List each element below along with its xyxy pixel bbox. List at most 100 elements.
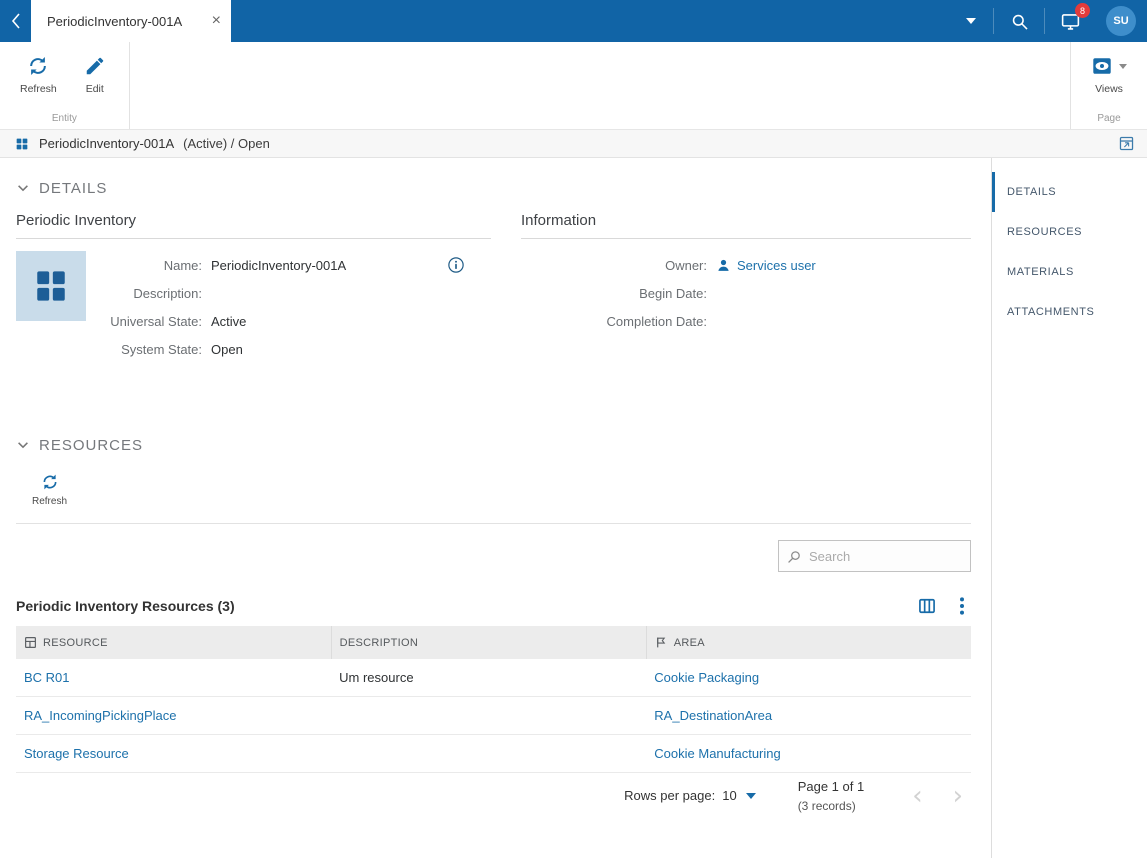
search-icon <box>1010 12 1029 31</box>
entity-blocks-icon <box>14 136 30 152</box>
panel-title: Periodic Inventory <box>16 212 491 239</box>
info-icon[interactable] <box>447 256 465 274</box>
breadcrumb-title: PeriodicInventory-001A <box>39 136 175 151</box>
breadcrumb: PeriodicInventory-001A (Active) / Open <box>0 129 1147 158</box>
sidebar-item-resources[interactable]: RESOURCES <box>992 212 1147 252</box>
field-begin-date: Begin Date: <box>639 285 707 301</box>
resources-table: RESOURCE DESCRIPTION AREA BC R01 Um reso… <box>16 626 971 773</box>
views-label: Views <box>1095 83 1123 95</box>
chevron-down-icon <box>745 792 756 799</box>
refresh-icon <box>27 55 49 77</box>
ribbon-toolbar: Refresh Edit Entity Views Page <box>0 42 1147 129</box>
breadcrumb-state: (Active) / Open <box>183 136 270 151</box>
notifications-button[interactable]: 8 <box>1045 0 1095 42</box>
area-column-icon <box>655 636 668 649</box>
back-button[interactable] <box>0 0 31 42</box>
avatar[interactable]: SU <box>1106 6 1136 36</box>
resource-cell: RA_IncomingPickingPlace <box>16 696 332 735</box>
tab-close-icon[interactable]: × <box>212 13 221 29</box>
area-cell: Cookie Manufacturing <box>646 734 971 773</box>
resources-search-box <box>778 540 971 572</box>
refresh-label: Refresh <box>20 83 57 95</box>
chevron-down-icon <box>16 181 30 195</box>
person-icon <box>716 258 731 273</box>
sidebar-item-details[interactable]: DETAILS <box>992 172 1147 212</box>
details-section-header[interactable]: DETAILS <box>16 176 107 200</box>
column-settings-icon[interactable] <box>917 596 937 616</box>
views-caret-icon <box>1119 63 1127 69</box>
field-name: Name: PeriodicInventory-001A <box>90 251 491 279</box>
tab-title: PeriodicInventory-001A <box>47 13 183 29</box>
column-header-resource[interactable]: RESOURCE <box>16 626 332 659</box>
edit-pencil-icon <box>84 55 106 77</box>
entity-blocks-icon <box>37 271 65 301</box>
notification-badge: 8 <box>1075 3 1090 18</box>
resource-link[interactable]: Storage Resource <box>24 746 129 761</box>
details-section: DETAILS Periodic Inventory Name: Periodi… <box>16 176 971 363</box>
resources-refresh-button[interactable]: Refresh <box>18 465 81 515</box>
page-group: Views Page <box>1070 42 1147 129</box>
topbar: PeriodicInventory-001A × 8 SU <box>0 0 1147 42</box>
refresh-label: Refresh <box>32 496 68 507</box>
resources-section-title: RESOURCES <box>39 436 144 454</box>
periodic-inventory-panel: Periodic Inventory Name: PeriodicInvento… <box>16 212 491 363</box>
kebab-menu-icon[interactable] <box>959 596 965 616</box>
sidebar-item-materials[interactable]: MATERIALS <box>992 252 1147 292</box>
page-section-nav: DETAILS RESOURCES MATERIALS ATTACHMENTS <box>991 158 1147 858</box>
resources-section-header[interactable]: RESOURCES <box>16 433 143 457</box>
entity-image-tile <box>16 251 86 321</box>
avatar-wrap: SU <box>1095 0 1147 42</box>
ribbon-spacer <box>130 42 1070 129</box>
area-link[interactable]: Cookie Manufacturing <box>654 746 780 761</box>
previous-page-icon[interactable]: ‹ <box>912 783 922 809</box>
area-link[interactable]: Cookie Packaging <box>654 670 759 685</box>
table-row: RA_IncomingPickingPlace RA_DestinationAr… <box>16 696 971 735</box>
owner-link[interactable]: Services user <box>737 258 816 273</box>
materials-section-header[interactable]: MATERIALS <box>16 853 132 858</box>
table-header-row: RESOURCE DESCRIPTION AREA <box>16 626 971 659</box>
global-search-button[interactable] <box>994 0 1044 42</box>
views-eye-icon <box>1091 55 1113 77</box>
field-description: Description: <box>133 285 202 301</box>
rows-per-page-dropdown[interactable]: Rows per page: 10 <box>624 788 756 803</box>
field-universal-state: Universal State: Active <box>110 313 247 329</box>
column-header-area[interactable]: AREA <box>646 626 971 659</box>
details-section-title: DETAILS <box>39 179 108 197</box>
content-scroll-area: DETAILS Periodic Inventory Name: Periodi… <box>0 158 991 858</box>
edit-button[interactable]: Edit <box>71 49 119 101</box>
resource-cell: Storage Resource <box>16 734 332 773</box>
chevron-down-icon <box>16 438 30 452</box>
entity-tab[interactable]: PeriodicInventory-001A × <box>31 0 231 42</box>
page-info: Page 1 of 1 (3 records) <box>798 777 865 815</box>
information-panel: Information Owner: Services user Begin D… <box>521 212 971 363</box>
records-label: (3 records) <box>797 798 856 813</box>
table-row: BC R01 Um resource Cookie Packaging <box>16 659 971 697</box>
table-row: Storage Resource Cookie Manufacturing <box>16 734 971 773</box>
column-header-description[interactable]: DESCRIPTION <box>331 626 647 659</box>
resource-link[interactable]: RA_IncomingPickingPlace <box>24 708 176 723</box>
area-cell: RA_DestinationArea <box>646 696 971 735</box>
next-page-icon[interactable]: › <box>953 783 963 809</box>
main-area: DETAILS Periodic Inventory Name: Periodi… <box>0 158 1147 858</box>
table-title: Periodic Inventory Resources (3) <box>16 598 235 614</box>
chevron-down-icon <box>966 18 976 24</box>
area-link[interactable]: RA_DestinationArea <box>654 708 772 723</box>
description-cell <box>331 696 647 735</box>
description-cell <box>331 734 647 773</box>
sidebar-item-attachments[interactable]: ATTACHMENTS <box>992 292 1147 332</box>
rows-per-page-value: 10 <box>722 788 737 804</box>
materials-section: MATERIALS <box>16 853 971 858</box>
page-label: Page 1 of 1 <box>797 779 865 794</box>
views-button[interactable]: Views <box>1081 49 1137 101</box>
resources-toolbar: Refresh <box>16 463 971 524</box>
search-input[interactable] <box>809 548 962 564</box>
refresh-button[interactable]: Refresh <box>10 49 67 101</box>
topbar-dropdown-button[interactable] <box>949 0 993 42</box>
resource-cell: BC R01 <box>16 659 332 697</box>
open-in-dialog-icon[interactable] <box>1118 135 1135 152</box>
resource-link[interactable]: BC R01 <box>24 670 70 685</box>
page-group-label: Page <box>1097 113 1121 124</box>
edit-label: Edit <box>85 83 104 95</box>
panel-title: Information <box>521 212 971 239</box>
